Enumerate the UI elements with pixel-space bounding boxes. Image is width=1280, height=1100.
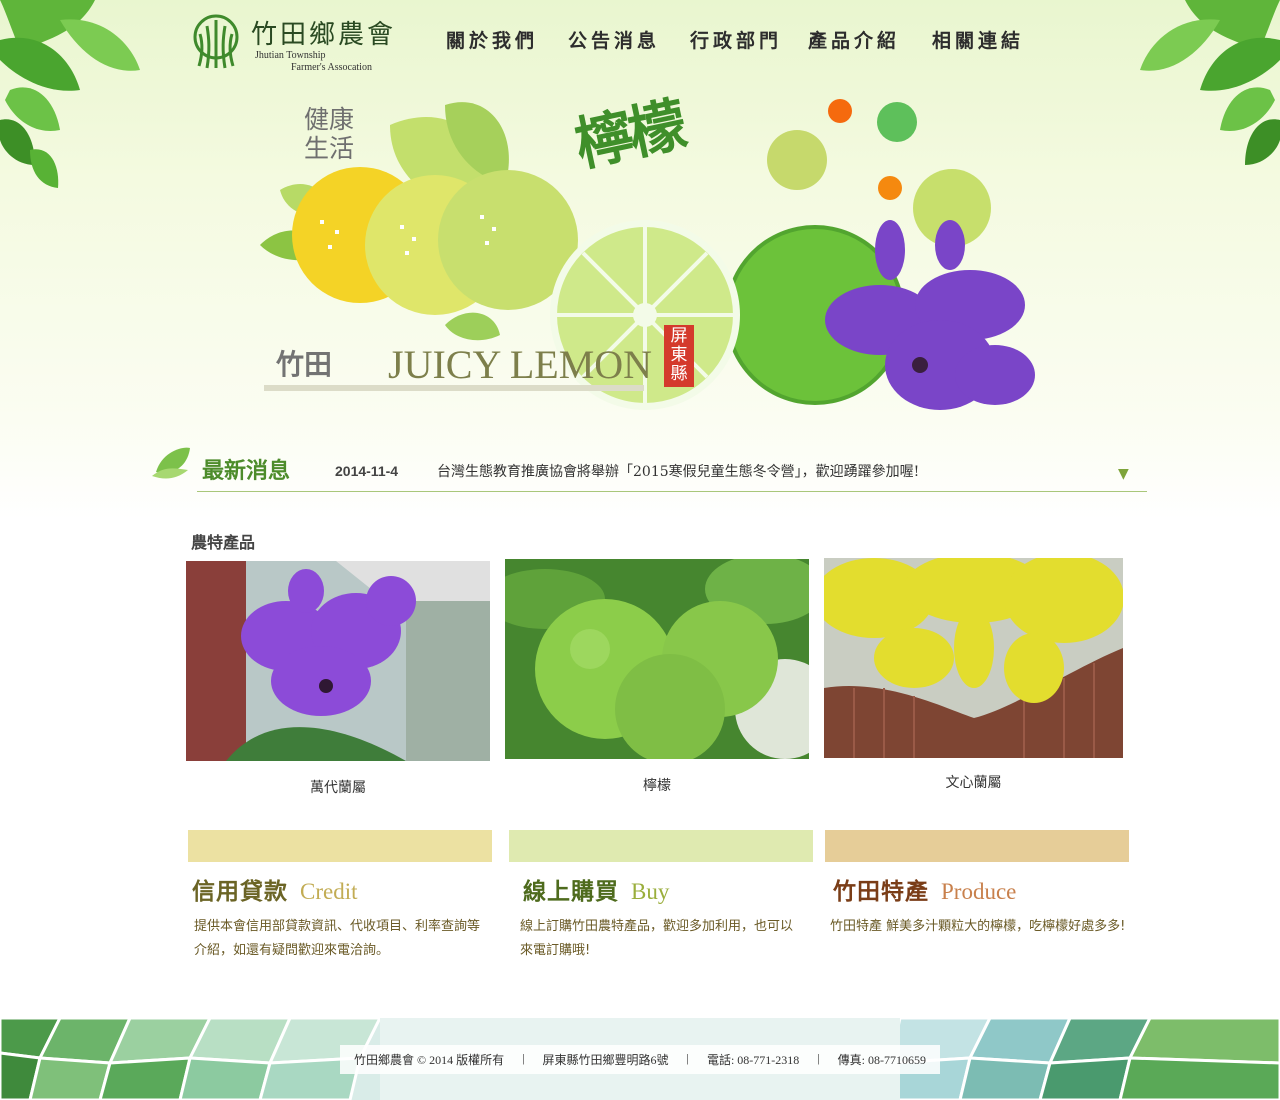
footer-phone: 電話: 08-771-2318 [706, 1052, 800, 1067]
products-section-title: 農特產品 [191, 533, 256, 552]
hero-county-stamp: 屏東縣 [664, 325, 694, 387]
footer-fax: 傳真: 08-7710659 [837, 1052, 927, 1067]
nav-related-links[interactable]: 相關連結 [932, 26, 1024, 53]
product-card-lemon[interactable]: 檸檬 [485, 554, 835, 794]
feature-credit-title[interactable]: 信用貸款 Credit [188, 872, 492, 906]
feature-buy-description: 線上訂購竹田農特產品，歡迎多加利用，也可以來電訂購哦! [520, 919, 794, 958]
product-card-oncidium[interactable]: 文心蘭屬 [814, 553, 1124, 791]
footer-separator: | [686, 1050, 689, 1065]
nav-departments[interactable]: 行政部門 [690, 26, 808, 53]
oncidium-orchid-photo [814, 553, 1124, 758]
footer: 竹田鄉農會 © 2014 版權所有 | 屏東縣竹田鄉豐明路6號 | 電話: 08… [0, 1018, 1280, 1100]
hero-brand-english: JUICY LEMON [388, 342, 653, 387]
feature-produce-description: 竹田特產 鮮美多汁顆粒大的檸檬，吃檸檬好處多多! [830, 919, 1126, 934]
corner-leaves-left-decoration [0, 0, 140, 188]
bamboo-logo-icon [193, 14, 239, 69]
site-logo[interactable]: 竹田鄉農會 Jhutian Township Farmer's Assocati… [193, 12, 403, 74]
hero-health-line1: 健康 [304, 105, 355, 134]
footer-info: 竹田鄉農會 © 2014 版權所有 | 屏東縣竹田鄉豐明路6號 | 電話: 08… [339, 1044, 941, 1074]
feature-credit: 信用貸款 Credit 提供本會信用部貸款資訊、代收項目、利率查詢等介紹，如還有疑… [188, 830, 492, 963]
feature-buy-bar[interactable] [509, 830, 813, 862]
vanda-orchid-photo [186, 561, 490, 761]
feature-credit-title-cn: 信用貸款 [192, 879, 288, 905]
footer-separator: | [522, 1050, 525, 1065]
news-dropdown-arrow-icon[interactable]: ▼ [1118, 466, 1129, 482]
product-caption-oncidium: 文心蘭屬 [945, 775, 1002, 791]
feature-produce-title-en: Produce [941, 879, 1017, 904]
product-caption-vanda: 萬代蘭屬 [310, 780, 366, 796]
footer-copyright: 竹田鄉農會 © 2014 版權所有 [353, 1052, 505, 1067]
product-caption-lemon: 檸檬 [643, 778, 671, 794]
hero-health-text: 健康 生活 [304, 105, 354, 163]
footer-bar: 竹田鄉農會 © 2014 版權所有 | 屏東縣竹田鄉豐明路6號 | 電話: 08… [0, 1018, 1280, 1100]
feature-credit-description: 提供本會信用部貸款資訊、代收項目、利率查詢等介紹，如還有疑問歡迎來電洽詢。 [194, 919, 481, 958]
logo-english-line2: Farmer's Assocation [291, 62, 372, 73]
feature-produce: 竹田特產 Produce 竹田特產 鮮美多汁顆粒大的檸檬，吃檸檬好處多多! [825, 830, 1129, 939]
main-navigation: 關於我們 公告消息 行政部門 產品介紹 相關連結 [446, 26, 1024, 53]
feature-credit-bar[interactable] [188, 830, 492, 862]
footer-address: 屏東縣竹田鄉豐明路6號 [542, 1052, 669, 1067]
footer-separator: | [817, 1050, 820, 1065]
nav-announcements[interactable]: 公告消息 [568, 26, 690, 53]
corner-leaves-right-decoration [1140, 0, 1280, 165]
news-divider [197, 491, 1147, 492]
lemon-photo [485, 554, 835, 764]
feature-buy-title-cn: 線上購買 [523, 879, 619, 905]
news-heading: 最新消息 [202, 459, 291, 484]
feature-buy-title[interactable]: 線上購買 Buy [509, 872, 813, 906]
news-date: 2014-11-4 [335, 463, 399, 479]
feature-buy: 線上購買 Buy 線上訂購竹田農特產品，歡迎多加利用，也可以來電訂購哦! [509, 830, 813, 963]
feature-produce-title[interactable]: 竹田特產 Produce [825, 872, 1129, 906]
feature-buy-title-en: Buy [631, 879, 670, 904]
logo-chinese-name: 竹田鄉農會 [251, 20, 397, 50]
logo-english-line1: Jhutian Township [255, 50, 326, 61]
nav-about-us[interactable]: 關於我們 [446, 26, 568, 53]
news-headline-link[interactable]: 台灣生態教育推廣協會將舉辦「2015寒假兒童生態冬令營」，歡迎踴躍參加喔! [437, 461, 919, 481]
news-leaf-icon [152, 447, 190, 479]
hero-health-line2: 生活 [304, 134, 355, 163]
hero-brand-chinese: 竹田 [276, 348, 333, 381]
feature-produce-bar[interactable] [825, 830, 1129, 862]
feature-produce-title-cn: 竹田特產 [833, 879, 929, 905]
feature-credit-title-en: Credit [300, 879, 358, 904]
nav-products[interactable]: 產品介紹 [808, 26, 932, 53]
product-card-vanda[interactable]: 萬代蘭屬 [186, 561, 490, 796]
hero-banner: 健康 生活 檸檬 竹田 JUICY LEMON 屏東縣 [240, 91, 1060, 435]
